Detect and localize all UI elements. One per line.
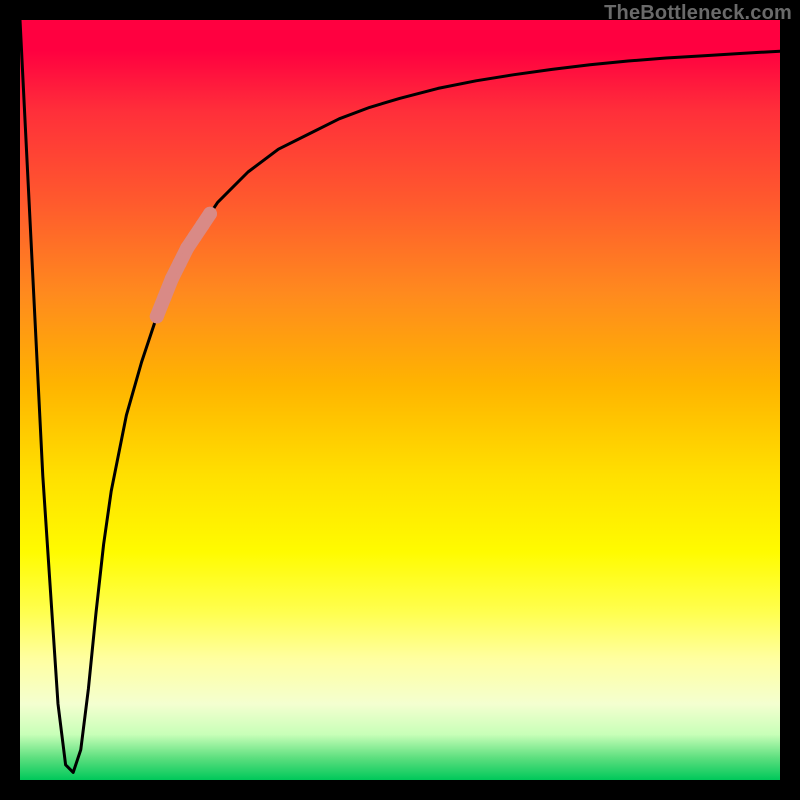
highlight-dot: [203, 207, 217, 221]
highlight-dot: [150, 309, 164, 323]
chart-frame: TheBottleneck.com: [0, 0, 800, 800]
highlight-dot: [157, 290, 171, 304]
highlight-dot: [180, 241, 194, 255]
chart-svg: [20, 20, 780, 780]
highlight-dot: [195, 218, 209, 232]
highlight-dot: [188, 230, 202, 244]
watermark-text: TheBottleneck.com: [604, 2, 792, 25]
bottleneck-curve: [20, 20, 780, 772]
highlight-dot: [173, 256, 187, 270]
highlight-dot: [165, 271, 179, 285]
highlight-segment: [150, 207, 217, 324]
